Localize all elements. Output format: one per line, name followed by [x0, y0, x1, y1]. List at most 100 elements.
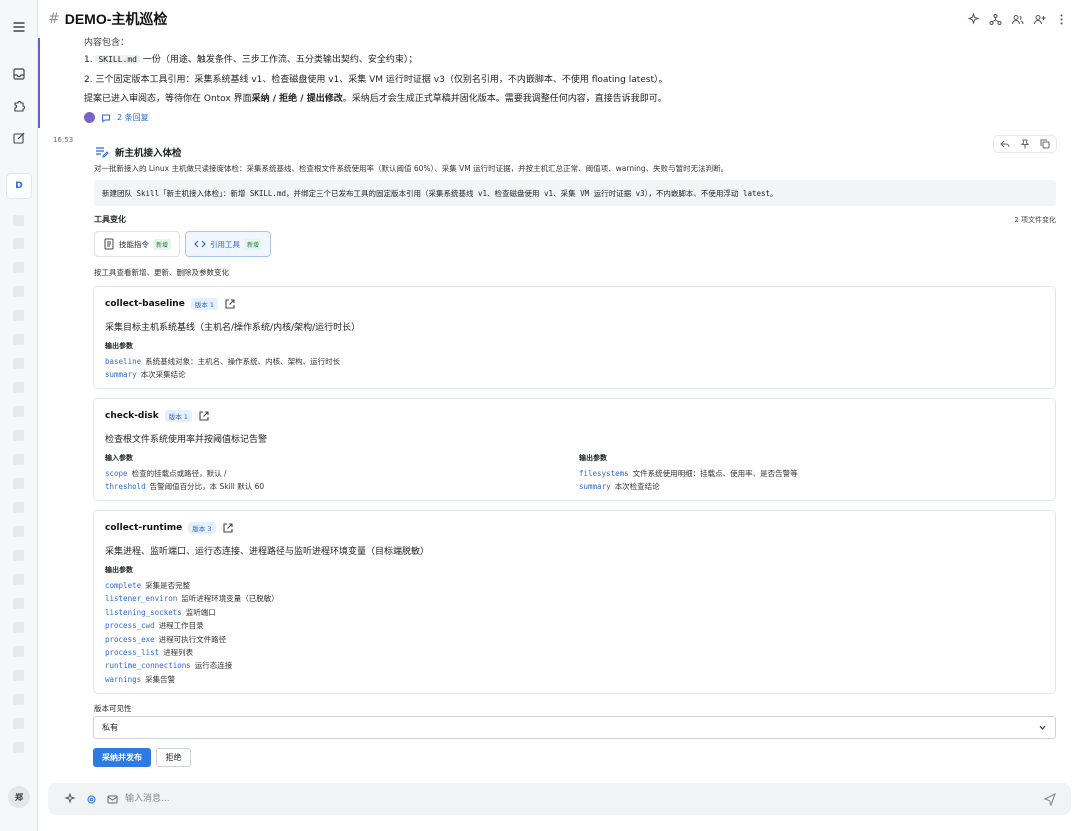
user-avatar[interactable]: 郑 — [8, 786, 30, 808]
card-title: 新主机接入体检 — [95, 145, 182, 159]
param-desc: 检查的挂载点或路径，默认 / — [131, 469, 227, 478]
workspace-placeholder[interactable] — [13, 382, 24, 393]
new-badge: 新增 — [244, 238, 263, 250]
workspace-placeholder[interactable] — [13, 478, 24, 489]
workspace-placeholder[interactable] — [13, 215, 24, 226]
change-summary: 新建团队 Skill「新主机接入体检」：新增 SKILL.md，并绑定三个已发布… — [94, 180, 1056, 206]
workspace-placeholder[interactable] — [13, 334, 24, 345]
workspace-placeholder[interactable] — [13, 406, 24, 417]
skill-edit-icon — [96, 147, 109, 158]
thread-replies[interactable]: 2 条回复 — [84, 112, 149, 123]
params-heading: 输入参数 — [105, 454, 133, 462]
param-name: filesystems — [579, 469, 629, 478]
sparkle-icon[interactable] — [64, 793, 76, 805]
workspace-placeholder[interactable] — [13, 718, 24, 729]
message-cut-line: 内容包含： — [84, 38, 130, 48]
tool-name: check-disk — [105, 411, 159, 421]
param-desc: 进程工作目录 — [158, 621, 204, 631]
document-icon — [104, 238, 114, 250]
list-text: 三个固定版本工具引用：采集系统基线 v1、检查磁盘使用 v1、采集 VM 运行时… — [95, 75, 668, 85]
tab-referenced-tools[interactable]: 引用工具 新增 — [185, 231, 272, 257]
tool-description: 采集进程、监听端口、运行态连接、进程路径与监听进程环境变量（目标端脱敏） — [105, 547, 430, 557]
more-vertical-icon[interactable] — [1054, 12, 1068, 26]
workspace-placeholder[interactable] — [13, 742, 24, 753]
param-row: process_list 进程列表 — [105, 646, 279, 659]
param-name: runtime_connections — [105, 661, 191, 671]
param-row: listener_environ 监听进程环境变量（已脱敏） — [105, 592, 279, 605]
tab-label: 引用工具 — [210, 239, 241, 249]
message-list: 1. SKILL.md 一份（用途、触发条件、三步工作流、五分类输出契约、安全约… — [84, 52, 668, 92]
param-row: listening_sockets 监听端口 — [105, 606, 279, 619]
puzzle-icon[interactable] — [9, 96, 29, 116]
workspace-placeholder[interactable] — [13, 310, 24, 321]
tools-hint: 按工具查看新增、更新、删除及参数变化 — [94, 268, 229, 277]
message-actions — [993, 135, 1057, 153]
share-tree-icon[interactable] — [988, 12, 1002, 26]
members-icon[interactable] — [1010, 12, 1024, 26]
workspace-placeholder[interactable] — [13, 526, 24, 537]
external-link-icon[interactable] — [198, 410, 210, 422]
chevron-down-icon — [1039, 725, 1046, 730]
workspace-placeholder[interactable] — [13, 670, 24, 681]
param-name: listening_sockets — [105, 607, 182, 617]
code-icon — [194, 240, 206, 248]
workspace-placeholder[interactable] — [13, 430, 24, 441]
input-params: 输入参数 scope 检查的挂载点或路径，默认 / threshold 告警阈值百分… — [105, 453, 264, 494]
workspace-placeholder[interactable] — [13, 454, 24, 465]
settings-icon[interactable] — [86, 794, 97, 805]
param-name: baseline — [105, 357, 142, 366]
attachment-icon[interactable] — [107, 794, 118, 805]
param-desc: 文件系统使用明细：挂载点、使用率、是否告警等 — [632, 469, 798, 478]
compose-icon[interactable] — [9, 128, 29, 148]
left-rail: D 郑 — [0, 0, 38, 831]
add-member-icon[interactable] — [1032, 12, 1046, 26]
visibility-select[interactable]: 私有 — [93, 716, 1056, 739]
comment-icon — [102, 114, 110, 122]
previous-message: 内容包含： 1. SKILL.md 一份（用途、触发条件、三步工作流、五分类输出… — [38, 38, 1080, 128]
send-icon[interactable] — [1043, 792, 1057, 806]
workspace-placeholder[interactable] — [13, 286, 24, 297]
external-link-icon[interactable] — [224, 298, 236, 310]
tab-skill-instructions[interactable]: 技能指令 新增 — [94, 231, 181, 257]
inbox-icon[interactable] — [9, 64, 29, 84]
message-input[interactable] — [125, 792, 1025, 806]
channel-header: # DEMO-主机巡检 — [38, 0, 1080, 38]
external-link-icon[interactable] — [222, 522, 234, 534]
menu-icon[interactable] — [9, 17, 29, 37]
param-name: process_cwd — [105, 621, 155, 631]
workspace-placeholder[interactable] — [13, 598, 24, 609]
new-badge: 新增 — [153, 238, 172, 250]
reject-button[interactable]: 拒绝 — [156, 748, 191, 767]
pin-icon[interactable] — [1020, 139, 1030, 149]
reply-icon[interactable] — [1000, 139, 1010, 149]
workspace-placeholder[interactable] — [13, 358, 24, 369]
param-row: complete 采集是否完整 — [105, 579, 279, 592]
changes-count: 2 项文件变化 — [1014, 216, 1056, 224]
channel-title: DEMO-主机巡检 — [64, 11, 168, 27]
workspace-placeholder[interactable] — [13, 622, 24, 633]
param-desc: 告警阈值百分比，本 Skill 默认 60 — [149, 482, 265, 492]
visibility-value: 私有 — [102, 723, 118, 732]
version-badge: 版本 1 — [190, 298, 219, 310]
copy-icon[interactable] — [1040, 139, 1050, 149]
workspace-placeholder[interactable] — [13, 646, 24, 657]
card-description: 对一批新接入的 Linux 主机做只读接度体检：采集系统基线、检查根文件系统使用… — [94, 164, 729, 173]
tool-card-check-disk: check-disk 版本 1 检查根文件系统使用率并按阈值标记告警 输入参数 … — [93, 398, 1056, 501]
workspace-placeholder[interactable] — [13, 262, 24, 273]
workspace-placeholder[interactable] — [13, 550, 24, 561]
workspace-placeholder[interactable] — [13, 694, 24, 705]
workspace-placeholder[interactable] — [13, 574, 24, 585]
sparkle-icon[interactable] — [966, 12, 980, 26]
approve-publish-button[interactable]: 采纳并发布 — [93, 748, 151, 767]
workspace-placeholder[interactable] — [13, 238, 24, 249]
message-composer — [48, 783, 1071, 815]
workspace-switcher[interactable]: D — [6, 173, 32, 199]
visibility-label: 版本可见性 — [94, 704, 132, 713]
output-params: 输出参数 filesystems 文件系统使用明细：挂载点、使用率、是否告警等 s… — [579, 453, 798, 494]
param-desc: 监听进程环境变量（已脱敏） — [181, 594, 279, 604]
skill-proposal-card: 新主机接入体检 对一批新接入的 Linux 主机做只读接度体检：采集系统基线、检… — [83, 131, 1065, 779]
param-row: scope 检查的挂载点或路径，默认 / — [105, 467, 264, 480]
workspace-placeholder[interactable] — [13, 502, 24, 513]
change-tabs: 技能指令 新增 引用工具 新增 — [94, 231, 272, 257]
replies-count[interactable]: 2 条回复 — [117, 112, 149, 123]
